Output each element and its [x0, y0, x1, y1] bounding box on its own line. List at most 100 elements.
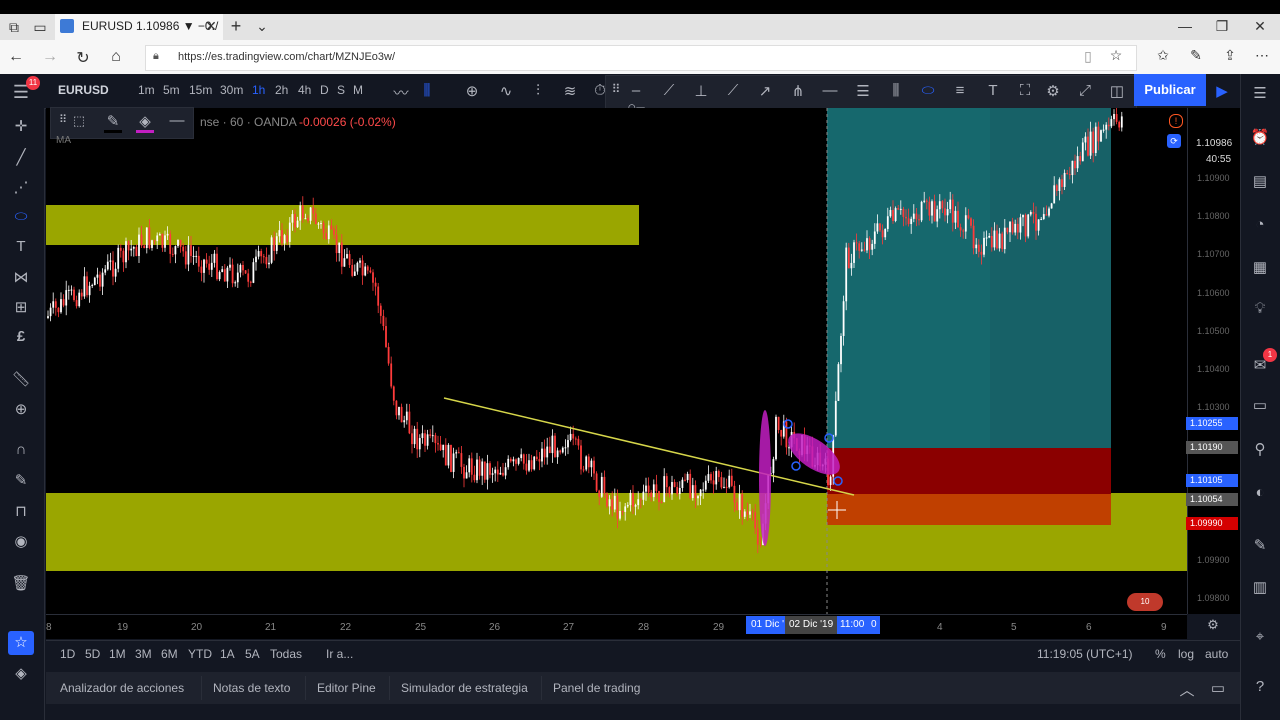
magnet-icon[interactable]: ∩ — [10, 441, 32, 458]
arrow-icon[interactable]: ↗ — [754, 82, 776, 100]
events-flags-badge[interactable]: 10 — [1127, 593, 1163, 611]
data-window-icon[interactable]: ▤ — [1249, 172, 1271, 190]
watchlist-icon[interactable]: ☰ — [1249, 84, 1271, 102]
zoom-icon[interactable]: ⊕ — [10, 400, 32, 418]
back-icon[interactable]: ← — [4, 48, 28, 66]
template-icon[interactable]: ⬚ — [68, 113, 90, 129]
bottom-tab[interactable]: Notas de texto — [213, 681, 290, 695]
templates-icon[interactable]: ≋ — [559, 82, 581, 100]
calendar-icon[interactable]: ▦ — [1249, 258, 1271, 276]
collapse-panel-icon[interactable]: ︿ — [1176, 679, 1198, 700]
fib-ext-icon[interactable]: ⫼ — [885, 82, 907, 99]
share-icon[interactable]: ⇪ — [1218, 47, 1242, 64]
maximize-icon[interactable]: ❐ — [1210, 18, 1234, 35]
ruler-icon[interactable]: 📏︎ — [10, 370, 32, 388]
bulb-icon[interactable]: ⚲ — [1249, 440, 1271, 458]
interval-1m[interactable]: 1m — [138, 83, 155, 97]
home-icon[interactable]: ⌂ — [104, 48, 128, 66]
hotlist-icon[interactable]: ◔ — [1249, 216, 1271, 233]
log-toggle[interactable]: log — [1178, 647, 1194, 661]
maximize-panel-icon[interactable]: ▭ — [1207, 679, 1229, 697]
percent-toggle[interactable]: % — [1155, 647, 1166, 661]
window-close-icon[interactable]: ✕ — [1248, 18, 1272, 35]
notes-icon[interactable]: ✎ — [1249, 536, 1271, 554]
vertical-text-icon[interactable]: ⊥ — [690, 82, 712, 100]
alerts-clock-icon[interactable]: ⏰ — [1249, 128, 1271, 146]
camera-icon[interactable]: ◫ — [1106, 82, 1128, 100]
help-icon[interactable]: ? — [1249, 678, 1271, 695]
layers-icon[interactable]: ◈ — [10, 664, 32, 682]
line-tool-icon[interactable]: ⟋ — [658, 82, 680, 99]
trendline-icon[interactable]: ╱ — [10, 148, 32, 166]
text-icon[interactable]: T — [982, 82, 1004, 99]
candles-icon[interactable]: ⫼ — [416, 82, 438, 99]
price-scale[interactable] — [1187, 108, 1241, 614]
range-5D[interactable]: 5D — [85, 647, 100, 661]
text-tool-icon[interactable]: T — [10, 238, 32, 255]
fill-color-icon[interactable]: ◈ — [134, 112, 156, 130]
fib-icon[interactable]: ⋰ — [10, 178, 32, 196]
favorites-hub-icon[interactable]: ✩ — [1151, 47, 1175, 64]
tab-actions-icon[interactable]: ⧉ — [2, 19, 26, 36]
tab-preview-icon[interactable]: ▭ — [28, 19, 52, 36]
scale-settings-icon[interactable]: ⚙ — [1202, 617, 1224, 633]
auto-toggle[interactable]: auto — [1205, 647, 1228, 661]
range-3M[interactable]: 3M — [135, 647, 152, 661]
line-color-icon[interactable]: ✎ — [102, 112, 124, 130]
fib-ret-icon[interactable]: ☰ — [852, 82, 874, 100]
refresh-icon[interactable]: ↻ — [71, 48, 95, 68]
range-1M[interactable]: 1M — [109, 647, 126, 661]
range-YTD[interactable]: YTD — [188, 647, 212, 661]
interval-2h[interactable]: 2h — [275, 83, 288, 97]
broadcast-icon[interactable]: ◐ — [1249, 484, 1271, 501]
interval-5m[interactable]: 5m — [163, 83, 180, 97]
indicator-legend-ma[interactable]: MA — [56, 135, 71, 146]
reading-view-icon[interactable]: ▯ — [1076, 48, 1100, 65]
range-1A[interactable]: 1A — [220, 647, 235, 661]
ideas-icon[interactable]: 💡︎ — [1249, 300, 1271, 317]
sync-icon[interactable]: ⟳ — [1167, 134, 1181, 148]
calc-icon[interactable]: ▥ — [1249, 578, 1271, 596]
bottom-tab[interactable]: Analizador de acciones — [60, 681, 184, 695]
publish-button[interactable]: Publicar — [1134, 74, 1206, 106]
chart-type-icon[interactable]: 〰 — [390, 82, 412, 103]
ellipse-tool-icon[interactable]: ⬭ — [10, 208, 32, 225]
interval-30m[interactable]: 30m — [220, 83, 243, 97]
hline-icon[interactable]: — — [819, 82, 841, 99]
chart-pane[interactable] — [46, 108, 1187, 614]
trash-icon[interactable]: 🗑︎ — [10, 574, 32, 592]
symbol-search[interactable]: EURUSD — [58, 83, 109, 97]
interval-1h[interactable]: 1h — [252, 83, 265, 97]
range-Todas[interactable]: Todas — [270, 647, 302, 661]
interval-M[interactable]: M — [353, 83, 363, 97]
range-6M[interactable]: 6M — [161, 647, 178, 661]
lock-drawings-icon[interactable]: ✎ — [10, 471, 32, 489]
warning-icon[interactable]: ! — [1169, 114, 1183, 128]
tab-list-chevron-icon[interactable]: ⌄ — [250, 18, 274, 35]
bottom-tab[interactable]: Panel de trading — [553, 681, 640, 695]
interval-4h[interactable]: 4h — [298, 83, 311, 97]
pound-icon[interactable]: £ — [10, 328, 32, 345]
range-5A[interactable]: 5A — [245, 647, 260, 661]
line-style-icon[interactable]: — — [166, 112, 188, 129]
range-1D[interactable]: 1D — [60, 647, 75, 661]
bottom-tab[interactable]: Editor Pine — [317, 681, 376, 695]
new-tab-icon[interactable]: + — [224, 16, 248, 37]
select-icon[interactable]: ⛶ — [1014, 82, 1036, 99]
replay-icon[interactable]: ▶ — [1211, 82, 1233, 100]
more-icon[interactable]: ⋯ — [1250, 47, 1274, 64]
financials-icon[interactable]: ⫶ — [527, 82, 549, 99]
drag-handle-icon[interactable]: ⠿ — [605, 82, 627, 96]
lock-all-icon[interactable]: ⊓ — [10, 502, 32, 520]
interval-D[interactable]: D — [320, 83, 329, 97]
minimize-icon[interactable]: — — [1173, 18, 1197, 34]
favorite-star-icon[interactable]: ☆ — [1104, 47, 1128, 64]
goto-date[interactable]: Ir a... — [326, 647, 353, 661]
ray-icon[interactable]: ⟋ — [722, 82, 744, 99]
messages-icon[interactable]: ▭ — [1249, 396, 1271, 414]
indicators-icon[interactable]: ∿ — [495, 82, 517, 100]
ellipse-selected-icon[interactable]: ⬭ — [917, 82, 939, 99]
compare-icon[interactable]: ⊕ — [461, 82, 483, 100]
dom-icon[interactable]: ⌖ — [1249, 628, 1271, 645]
settings-icon[interactable]: ⚙ — [1042, 82, 1064, 100]
